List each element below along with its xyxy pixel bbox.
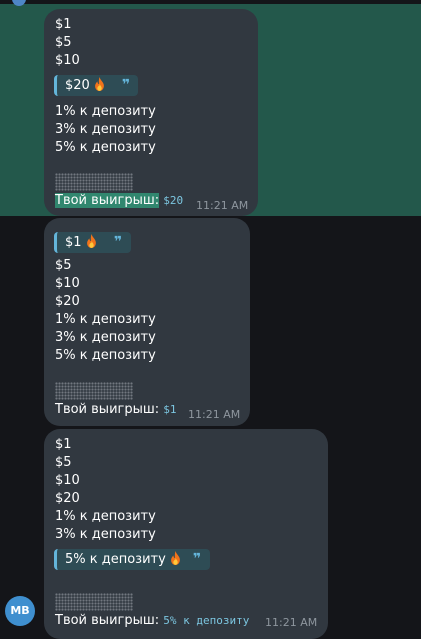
selected-option-text: 5% к депозиту [65, 552, 166, 567]
fire-icon [95, 77, 104, 91]
option-line: 3% к депозиту [55, 527, 156, 542]
hidden-text-spoiler[interactable] [55, 382, 133, 400]
message-time: 11:21 AM [188, 408, 241, 421]
option-line: $5 [55, 35, 72, 50]
message-time: 11:21 AM [196, 199, 249, 212]
option-line: $20 [55, 294, 80, 309]
quote-icon: ❞ [122, 77, 131, 93]
option-line: $5 [55, 455, 72, 470]
message-bubble[interactable]: $1 $5 $10 $20 ❞ 1% к депозиту 3% к депоз… [44, 9, 258, 216]
selected-option-quote: 5% к депозиту ❞ [54, 549, 210, 570]
win-line: Твой выигрыш: $20 [55, 192, 183, 210]
quote-icon: ❞ [193, 551, 202, 567]
selected-option-text: $20 [65, 78, 90, 93]
win-value: $1 [163, 403, 177, 416]
win-line: Твой выигрыш: $1 [55, 401, 177, 419]
fire-icon [86, 234, 96, 248]
win-value: 5% к депозиту [163, 614, 250, 627]
option-line: $1 [55, 17, 72, 32]
option-line: 3% к депозиту [55, 122, 156, 137]
option-line: $10 [55, 473, 80, 488]
option-line: 1% к депозиту [55, 312, 156, 327]
win-label: Твой выигрыш: [55, 613, 160, 628]
option-line: 1% к депозиту [55, 104, 156, 119]
quote-icon: ❞ [114, 234, 123, 250]
option-line: 5% к депозиту [55, 140, 156, 155]
option-line: $5 [55, 258, 72, 273]
selected-option-text: $1 [65, 235, 82, 250]
fire-icon [171, 551, 180, 565]
message-bubble[interactable]: $1 $5 $10 $20 1% к депозиту 3% к депозит… [44, 429, 328, 639]
option-line: $10 [55, 53, 80, 68]
win-label: Твой выигрыш: [55, 193, 160, 208]
option-line: 5% к депозиту [55, 348, 156, 363]
hidden-text-spoiler[interactable] [55, 173, 133, 191]
option-line: 3% к депозиту [55, 330, 156, 345]
message-bubble[interactable]: $1 ❞ $5 $10 $20 1% к депозиту 3% к депоз… [44, 218, 250, 426]
option-line: 1% к депозиту [55, 509, 156, 524]
option-line: $10 [55, 276, 80, 291]
win-line: Твой выигрыш: 5% к депозиту [55, 612, 249, 630]
win-value: $20 [163, 194, 184, 207]
avatar[interactable]: MB [5, 596, 35, 626]
win-label: Твой выигрыш: [55, 402, 160, 417]
hidden-text-spoiler[interactable] [55, 593, 133, 611]
message-time: 11:21 AM [265, 616, 318, 629]
option-line: $1 [55, 437, 72, 452]
selected-option-quote: $20 ❞ [54, 75, 138, 96]
option-line: $20 [55, 491, 80, 506]
selected-option-quote: $1 ❞ [54, 232, 131, 253]
